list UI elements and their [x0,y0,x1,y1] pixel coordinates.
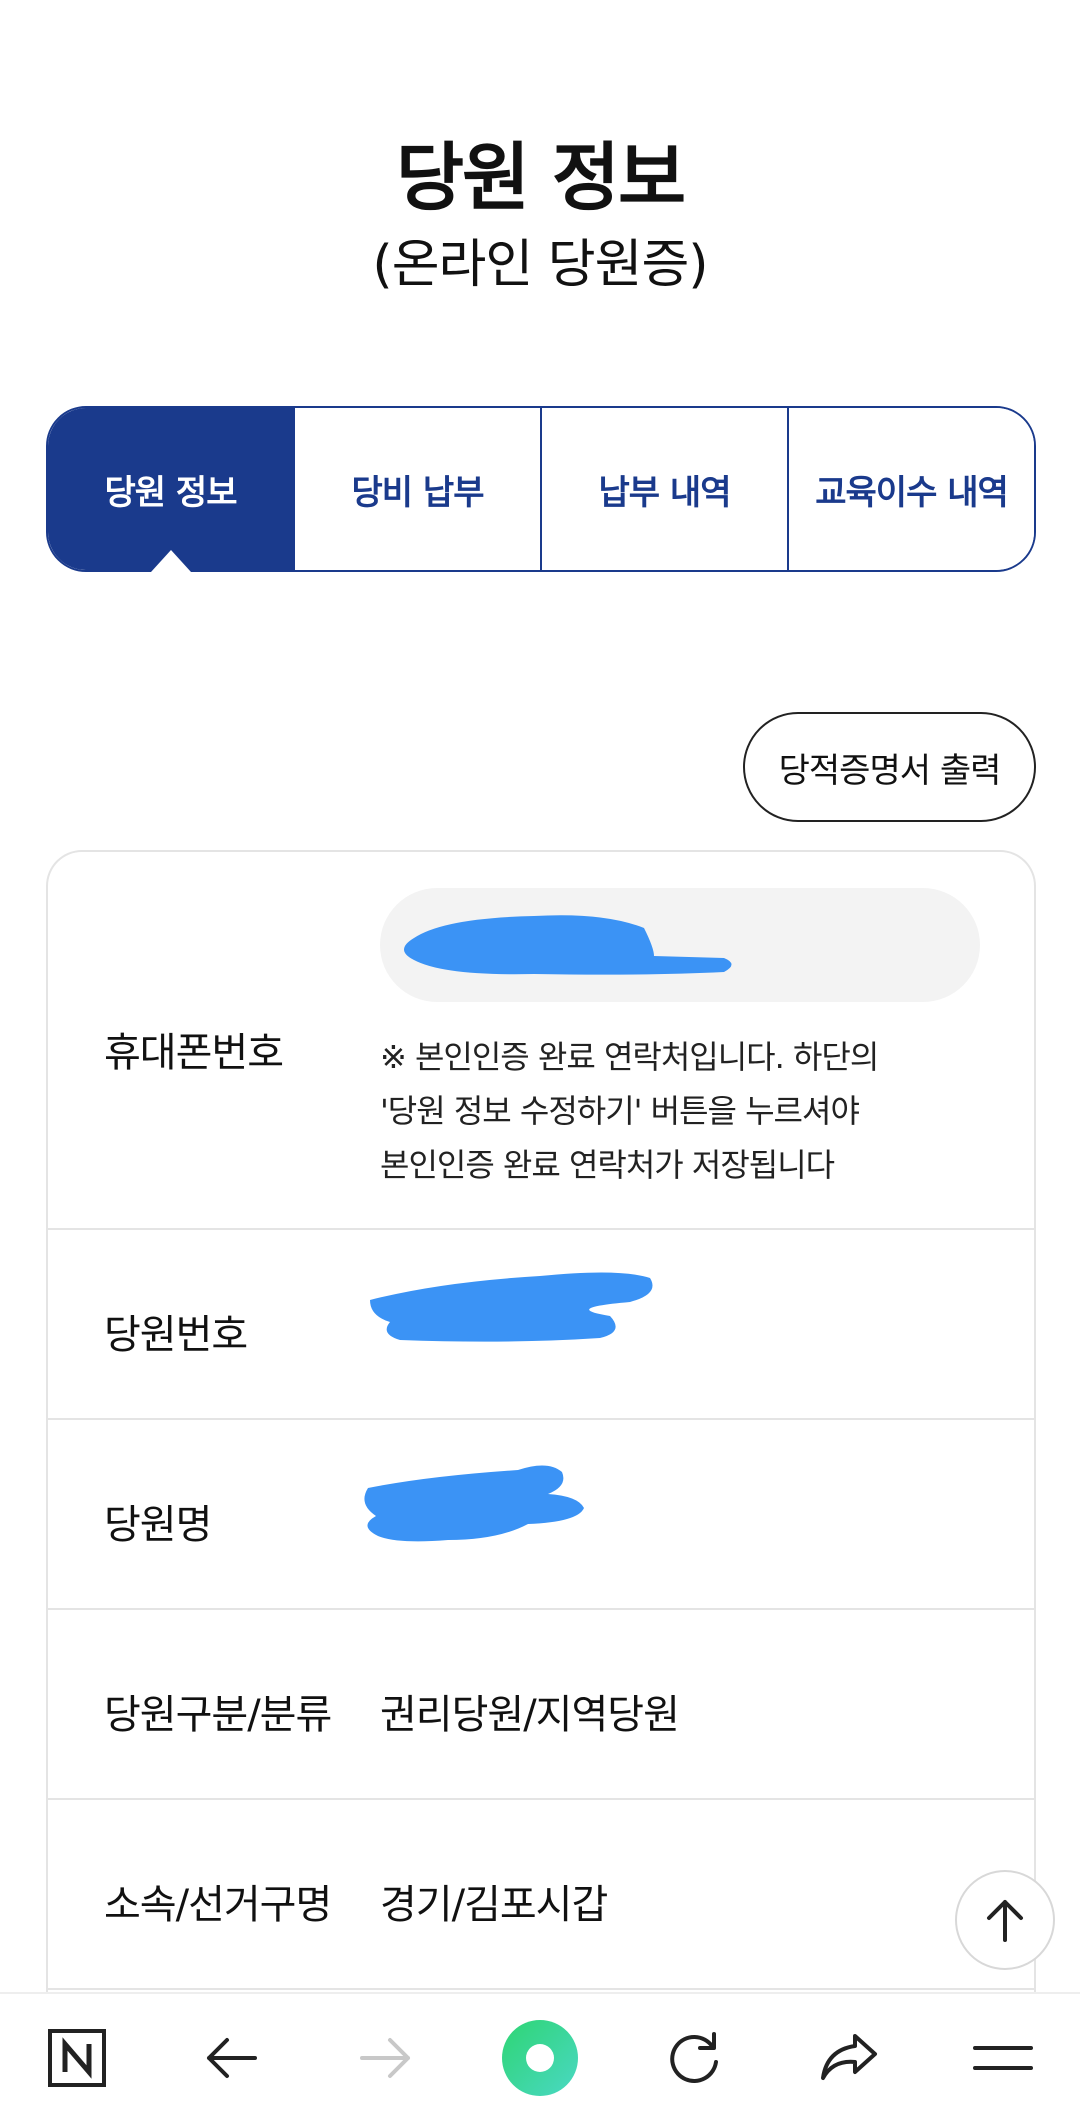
phone-verification-note: ※ 본인인증 완료 연락처입니다. 하단의 '당원 정보 수정하기' 버튼을 누… [380,1038,879,1184]
district-row: 소속/선거구명 경기/김포시갑 [48,1800,1034,1990]
naver-home-button[interactable] [17,1998,137,2118]
menu-icon [972,2046,1033,2070]
share-button[interactable] [789,1998,909,2118]
tab-payment-history[interactable]: 납부 내역 [540,408,787,570]
member-info-card: 휴대폰번호 ※ 본인인증 완료 연락처입니다. 하단의 '당원 정보 수정하기'… [46,850,1036,2010]
redaction-scribble [404,915,732,975]
redaction-scribble [364,1465,584,1542]
phone-label: 휴대폰번호 [104,1030,284,1076]
district-label: 소속/선거구명 [104,1882,332,1928]
member-type-row: 당원구분/분류 권리당원/지역당원 [48,1610,1034,1800]
tab-bar: 당원 정보 당비 납부 납부 내역 교육이수 내역 [46,406,1036,572]
page-title: 당원 정보 [395,135,686,221]
refresh-button[interactable] [634,1998,754,2118]
print-certificate-button[interactable]: 당적증명서 출력 [743,712,1036,822]
back-arrow-icon [207,2038,258,2078]
menu-button[interactable] [943,1998,1063,2118]
share-icon [820,2034,877,2080]
member-name-row: 당원명 [48,1420,1034,1610]
tab-education-history[interactable]: 교육이수 내역 [787,408,1034,570]
phone-row: 휴대폰번호 ※ 본인인증 완료 연락처입니다. 하단의 '당원 정보 수정하기'… [48,852,1034,1230]
member-type-value: 권리당원/지역당원 [380,1692,680,1738]
green-dot-button[interactable] [480,1998,600,2118]
page-subtitle: (온라인 당원증) [372,235,708,295]
forward-arrow-icon [359,2038,410,2078]
green-dot-icon [501,2020,578,2096]
forward-button[interactable] [326,1998,446,2118]
tab-member-info[interactable]: 당원 정보 [48,408,293,570]
refresh-icon [670,2032,719,2083]
browser-navbar [0,1992,1080,2122]
member-name-label: 당원명 [104,1502,212,1548]
page: 당원 정보 (온라인 당원증) 당원 정보 당비 납부 납부 내역 교육이수 내… [0,0,1080,2122]
member-number-label: 당원번호 [104,1312,248,1358]
member-type-label: 당원구분/분류 [104,1692,332,1738]
back-button[interactable] [171,1998,291,2118]
arrow-up-icon [987,1900,1023,1942]
redaction-scribble [370,1272,653,1342]
district-value: 경기/김포시갑 [380,1882,608,1928]
scroll-to-top-button[interactable] [955,1870,1055,1970]
member-number-row: 당원번호 [48,1230,1034,1420]
tab-dues-payment[interactable]: 당비 납부 [293,408,540,570]
naver-n-icon [48,2029,107,2087]
